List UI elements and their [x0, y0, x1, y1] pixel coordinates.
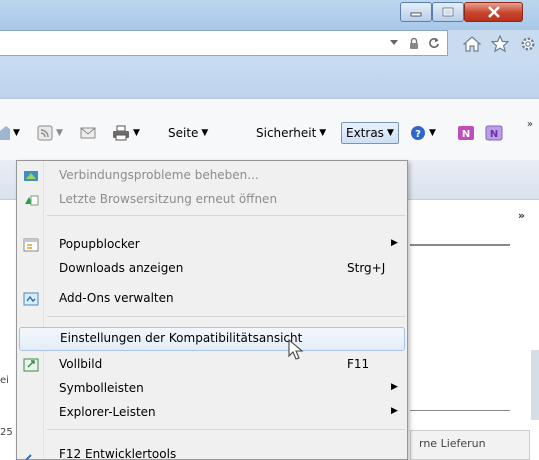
- menu-item-explorer-bars[interactable]: Explorer-Leisten ▶: [19, 401, 405, 425]
- home-command-button[interactable]: ▼: [0, 121, 20, 145]
- addons-icon: [23, 291, 39, 307]
- chevron-down-icon: ▼: [319, 128, 327, 138]
- menu-item-manage-addons[interactable]: Add-Ons verwalten: [19, 287, 405, 311]
- scrollbar[interactable]: [531, 350, 539, 420]
- onenote-linked-button[interactable]: N: [485, 121, 503, 145]
- chevron-down-icon: ▼: [201, 128, 209, 138]
- chevron-down-icon: ▼: [56, 128, 63, 138]
- reopen-session-icon: [23, 192, 39, 208]
- menu-item-label: Einstellungen der Kompatibilitätsansicht: [60, 331, 303, 345]
- menu-item-label: Symbolleisten: [59, 381, 144, 395]
- page-divider: [410, 410, 510, 411]
- svg-text:N: N: [490, 129, 498, 140]
- menu-item-label: Verbindungsprobleme beheben...: [59, 168, 259, 182]
- popup-blocker-icon: [23, 237, 39, 253]
- close-icon: [487, 6, 500, 18]
- lock-icon[interactable]: [407, 35, 421, 51]
- onenote-linked-icon: N: [485, 125, 503, 141]
- maximize-icon: [442, 7, 454, 17]
- menu-separator: [47, 316, 405, 317]
- menu-item-label: Letzte Browsersitzung erneut öffnen: [59, 192, 278, 206]
- minimize-button[interactable]: [400, 2, 432, 22]
- page-divider: [410, 244, 510, 246]
- favorites-star-icon[interactable]: [490, 34, 510, 54]
- chevron-down-icon: ▼: [13, 128, 20, 138]
- command-bar: ▼ ▼ ▼ Seite ▼ Sicherheit ▼ Extras ▼ ? ▼ …: [0, 98, 539, 160]
- svg-text:?: ?: [415, 129, 421, 140]
- submenu-arrow-icon: ▶: [391, 382, 398, 392]
- extras-dropdown-menu: Verbindungsprobleme beheben... Letzte Br…: [16, 160, 408, 460]
- window-title-bar: [0, 0, 539, 30]
- submenu-arrow-icon: ▶: [391, 238, 398, 248]
- menu-item-fix-connection[interactable]: Verbindungsprobleme beheben...: [19, 164, 405, 188]
- menu-item-toolbars[interactable]: Symbolleisten ▶: [19, 377, 405, 401]
- chevron-down-icon: ▼: [429, 128, 436, 138]
- minimize-icon: [410, 12, 422, 17]
- tools-menu-label: Extras: [346, 126, 384, 140]
- help-button[interactable]: ? ▼: [410, 121, 436, 145]
- tools-menu-button[interactable]: Extras ▼: [341, 122, 399, 144]
- feeds-button[interactable]: ▼: [37, 121, 63, 145]
- fullscreen-icon: [23, 357, 39, 373]
- submenu-arrow-icon: ▶: [391, 406, 398, 416]
- dropdown-arrow-icon[interactable]: [387, 35, 401, 51]
- home-small-icon: [0, 126, 10, 140]
- menu-item-shortcut: F11: [347, 357, 370, 371]
- menu-separator: [47, 215, 405, 216]
- tab-overflow-chevron[interactable]: »: [518, 209, 525, 222]
- page-bottom-text: rne Lieferun: [410, 430, 530, 460]
- read-mail-button[interactable]: [80, 121, 96, 145]
- onenote-send-button[interactable]: N: [457, 121, 475, 145]
- safety-menu-button[interactable]: Sicherheit ▼: [256, 121, 326, 145]
- menu-item-label: Popupblocker: [59, 237, 140, 251]
- close-button[interactable]: [464, 2, 523, 22]
- menu-item-fullscreen[interactable]: Vollbild F11: [19, 353, 405, 377]
- menu-item-label: Vollbild: [59, 357, 103, 371]
- toolbar-overflow-chevron[interactable]: »: [527, 119, 533, 130]
- menu-item-compatibility-view-settings[interactable]: Einstellungen der Kompatibilitätsansicht: [19, 327, 405, 351]
- page-menu-label: Seite: [168, 126, 199, 140]
- menu-item-developer-tools[interactable]: F12 Entwicklertools: [19, 443, 405, 460]
- menu-item-reopen-session[interactable]: Letzte Browsersitzung erneut öffnen: [19, 188, 405, 212]
- menu-item-label: Explorer-Leisten: [59, 405, 156, 419]
- print-icon: [113, 125, 129, 141]
- menu-item-shortcut: Strg+J: [347, 261, 386, 275]
- menu-item-popup-blocker[interactable]: Popupblocker ▶: [19, 233, 405, 257]
- page-menu-button[interactable]: Seite ▼: [168, 121, 208, 145]
- menu-separator: [47, 429, 405, 430]
- menu-item-label: Add-Ons verwalten: [59, 291, 174, 305]
- safety-menu-label: Sicherheit: [256, 126, 317, 140]
- onenote-icon: N: [458, 126, 474, 140]
- menu-item-label: F12 Entwicklertools: [59, 447, 177, 460]
- menu-item-label: Downloads anzeigen: [59, 261, 184, 275]
- feeds-icon: [37, 125, 53, 141]
- maximize-button[interactable]: [432, 2, 464, 22]
- refresh-icon[interactable]: [427, 35, 441, 51]
- mail-icon: [80, 127, 96, 139]
- network-diagnose-icon: [23, 168, 39, 184]
- home-icon[interactable]: [462, 34, 482, 54]
- page-left-text: ei: [0, 375, 9, 386]
- menu-item-downloads[interactable]: Downloads anzeigen Strg+J: [19, 257, 405, 281]
- svg-text:N: N: [462, 129, 470, 140]
- settings-gear-icon[interactable]: [518, 34, 538, 54]
- address-bar[interactable]: [0, 30, 448, 56]
- chevron-down-icon: ▼: [133, 128, 140, 138]
- chevron-down-icon: ▼: [386, 128, 394, 138]
- print-button[interactable]: ▼: [112, 121, 140, 145]
- devtools-icon: [23, 447, 39, 460]
- mouse-pointer-icon: [283, 338, 305, 367]
- help-icon: ?: [411, 126, 425, 140]
- tab-strip: [0, 58, 539, 98]
